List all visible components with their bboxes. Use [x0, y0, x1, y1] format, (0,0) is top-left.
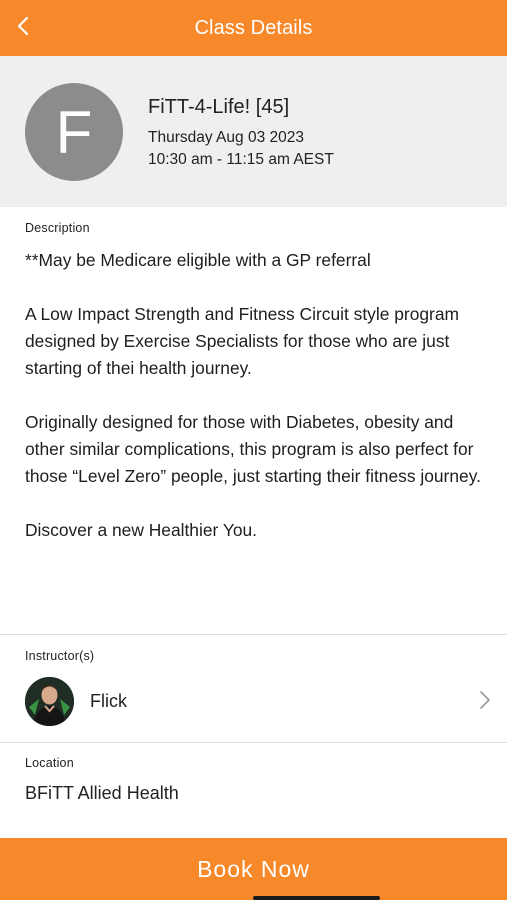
description-paragraph: A Low Impact Strength and Fitness Circui… — [25, 304, 459, 378]
chevron-right-icon — [480, 691, 490, 709]
class-details-screen: Class Details F FiTT-4-Life! [45] Thursd… — [0, 0, 507, 900]
chevron-left-icon — [17, 16, 29, 36]
location-label: Location — [25, 756, 74, 770]
instructors-label: Instructor(s) — [25, 649, 95, 663]
home-indicator — [253, 896, 380, 900]
divider — [0, 634, 507, 635]
description-paragraph: Discover a new Healthier You. — [25, 520, 258, 540]
instructor-photo-image — [25, 677, 74, 726]
instructor-avatar — [25, 677, 74, 726]
page-title: Class Details — [194, 16, 313, 39]
class-summary: F FiTT-4-Life! [45] Thursday Aug 03 2023… — [0, 56, 507, 207]
instructor-row[interactable]: Flick — [0, 668, 507, 736]
class-avatar: F — [25, 83, 123, 181]
description-paragraph: **May be Medicare eligible with a GP ref… — [25, 250, 371, 270]
description-paragraph: Originally designed for those with Diabe… — [25, 412, 481, 486]
header-bar: Class Details — [0, 0, 507, 56]
class-name: FiTT-4-Life! [45] — [148, 96, 290, 118]
class-time: 10:30 am - 11:15 am AEST — [148, 151, 334, 168]
back-button[interactable] — [10, 12, 36, 40]
description-body: **May be Medicare eligible with a GP ref… — [25, 247, 495, 571]
description-label: Description — [25, 221, 90, 235]
class-date: Thursday Aug 03 2023 — [148, 129, 304, 146]
location-value: BFiTT Allied Health — [25, 783, 179, 803]
divider — [0, 742, 507, 743]
instructor-name: Flick — [90, 691, 127, 711]
book-now-button[interactable]: Book Now — [0, 838, 507, 900]
